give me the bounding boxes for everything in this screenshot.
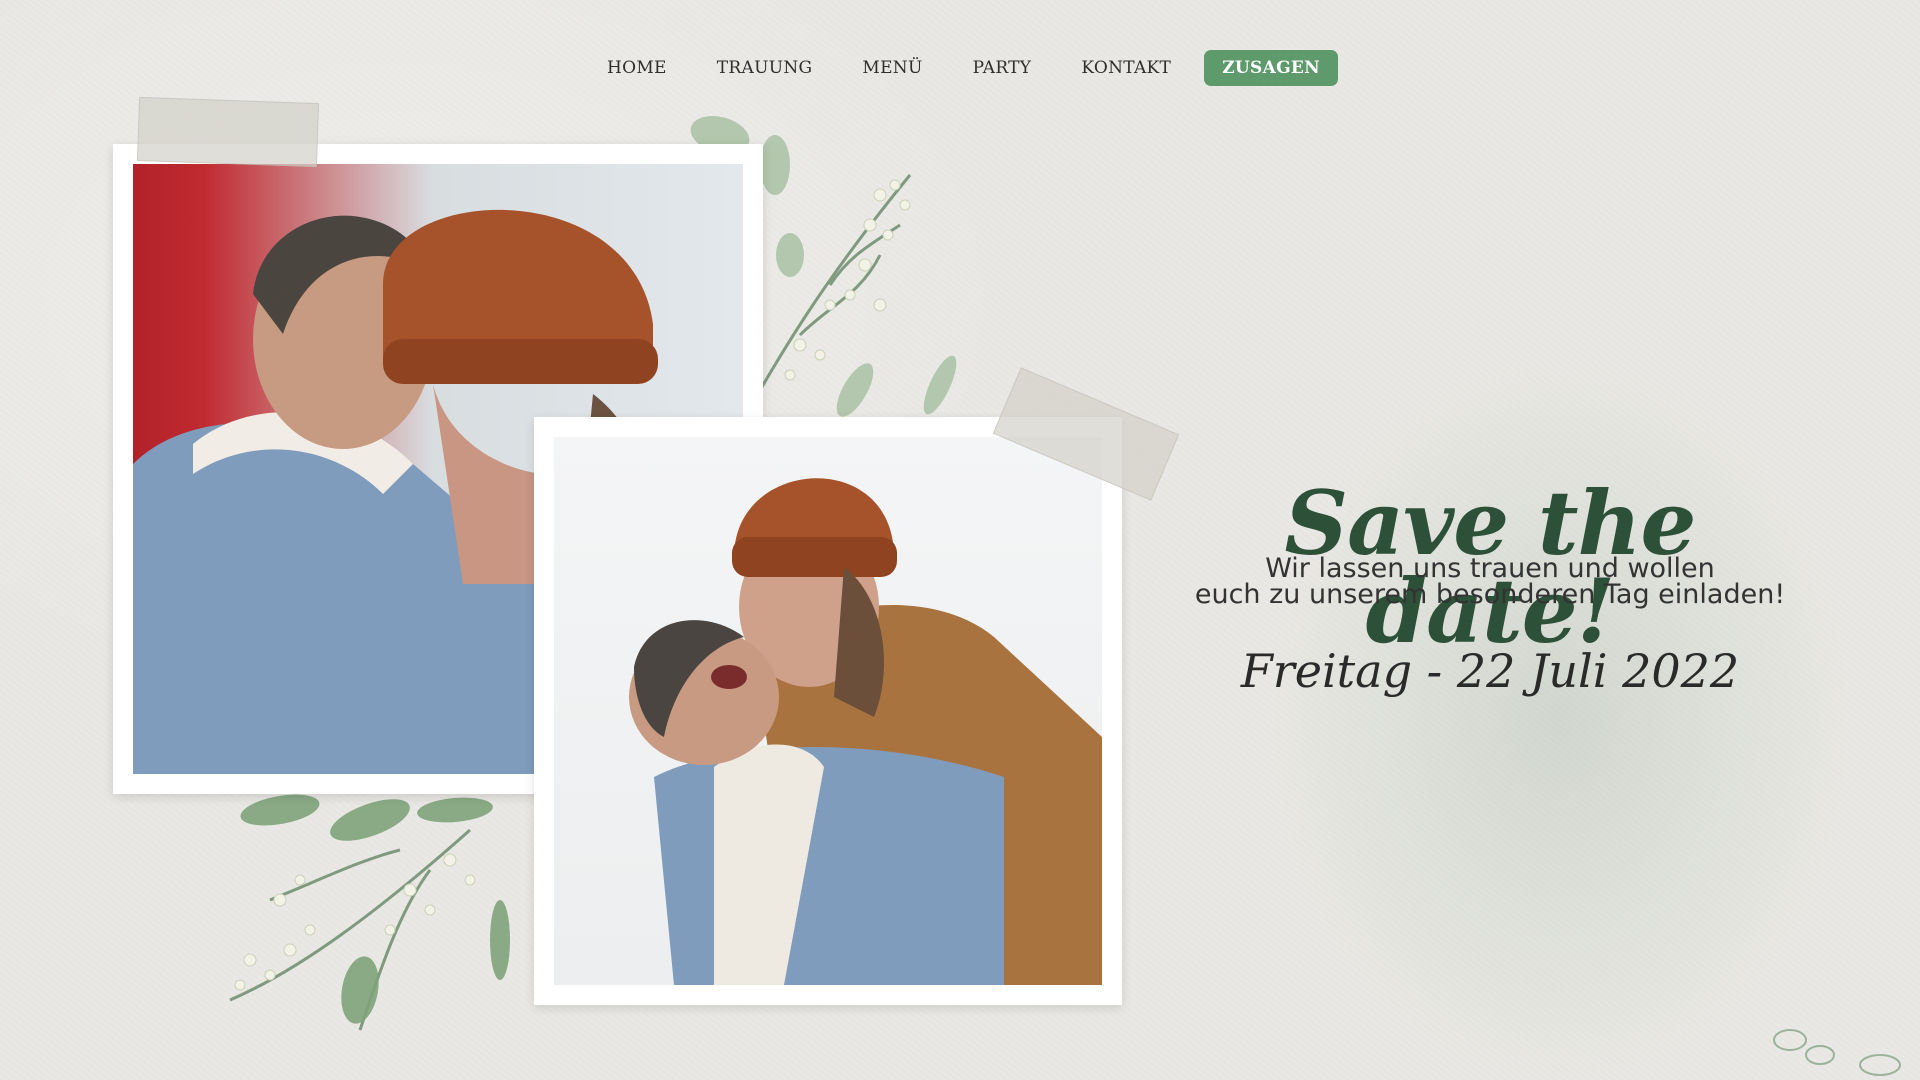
nav-party[interactable]: PARTY <box>948 50 1057 86</box>
nav-home[interactable]: HOME <box>582 50 692 86</box>
invitation-text-line-2: euch zu unserem besonderen Tag einladen! <box>1194 579 1786 610</box>
eucalyptus-decoration-bottom <box>229 794 510 1031</box>
nav-menu[interactable]: MENÜ <box>837 50 947 86</box>
main-nav: HOME TRAUUNG MENÜ PARTY KONTAKT ZUSAGEN <box>0 50 1920 86</box>
leaf-decoration-corner <box>1773 1029 1901 1076</box>
wedding-date: Freitag - 22 Juli 2022 <box>1240 644 1740 698</box>
tape-strip <box>136 96 320 168</box>
couple-photo-laugh <box>534 417 1122 1005</box>
zusagen-button[interactable]: ZUSAGEN <box>1204 50 1339 86</box>
invitation-text: Wir lassen uns trauen und wollen euch zu… <box>1170 555 1810 610</box>
couple-photo-laugh-image <box>629 478 1102 985</box>
nav-trauung[interactable]: TRAUUNG <box>692 50 838 86</box>
nav-kontakt[interactable]: KONTAKT <box>1056 50 1196 86</box>
